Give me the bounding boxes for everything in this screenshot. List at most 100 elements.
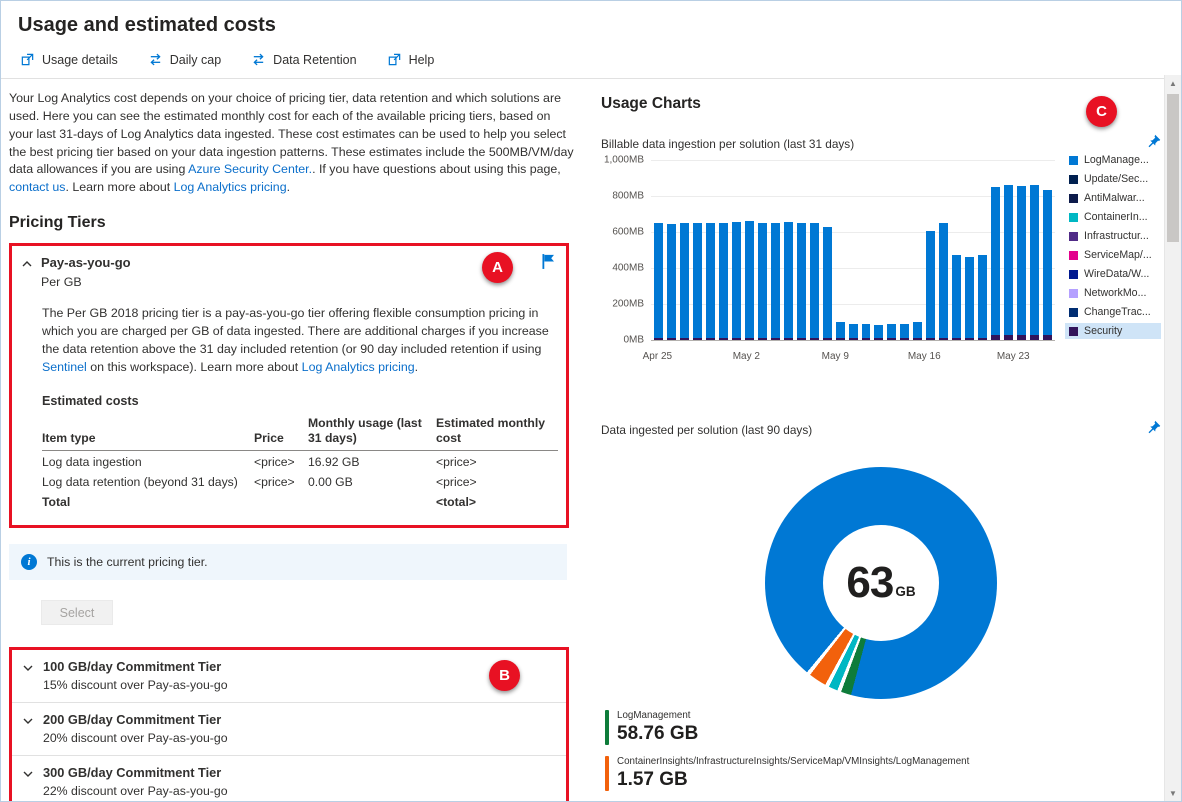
- legend-item[interactable]: LogManage...: [1065, 152, 1161, 168]
- toolbar-help[interactable]: Help: [387, 52, 434, 67]
- legend-label: ContainerIn...: [1084, 211, 1148, 223]
- legend-color-chip: [1069, 174, 1078, 184]
- bar: [991, 186, 1001, 340]
- select-button[interactable]: Select: [41, 600, 113, 626]
- estimated-costs-table: Item type Price Monthly usage (last 31 d…: [42, 411, 558, 512]
- donut-chart: 63 GB: [765, 467, 997, 699]
- bar: [913, 322, 923, 340]
- y-axis-label: 200MB: [612, 298, 644, 310]
- bar: [939, 223, 949, 340]
- bar-y-axis: 0MB 200MB 400MB 600MB 800MB 1,000MB: [601, 155, 651, 346]
- pin-icon[interactable]: [1146, 134, 1161, 154]
- commitment-tier-row[interactable]: 100 GB/day Commitment Tier 15% discount o…: [12, 650, 566, 704]
- column-header: Estimated monthly cost: [436, 411, 558, 452]
- sentinel-link[interactable]: Sentinel: [42, 360, 87, 374]
- bar: [731, 222, 741, 340]
- bar: [874, 324, 884, 340]
- toolbar-usage-details[interactable]: Usage details: [20, 52, 118, 67]
- swap-arrows-icon: [251, 52, 266, 67]
- commitment-tier-subtitle: 22% discount over Pay-as-you-go: [43, 784, 228, 799]
- external-link-icon: [387, 52, 402, 67]
- usage-charts-heading: Usage Charts: [601, 95, 701, 112]
- usage-and-estimated-costs-page: Usage and estimated costs Usage details …: [0, 0, 1182, 802]
- bar: [809, 223, 819, 340]
- pricing-tiers-heading: Pricing Tiers: [9, 214, 106, 232]
- current-tier-flag-icon: [541, 253, 557, 275]
- commitment-tier-row[interactable]: 300 GB/day Commitment Tier 22% discount o…: [12, 756, 566, 801]
- chevron-down-icon: [22, 714, 34, 745]
- estimated-costs-label: Estimated costs: [42, 393, 139, 408]
- toolbar-data-retention[interactable]: Data Retention: [251, 52, 357, 67]
- tier-description-segment: The Per GB 2018 pricing tier is a pay-as…: [42, 306, 549, 357]
- commitment-tier-title: 300 GB/day Commitment Tier: [43, 765, 222, 781]
- toolbar-item-label: Usage details: [42, 52, 118, 67]
- price-cell: <price>: [254, 475, 295, 490]
- scroll-down-icon[interactable]: ▼: [1165, 785, 1181, 801]
- legend-label: LogManage...: [1084, 154, 1149, 166]
- pin-icon[interactable]: [1146, 420, 1161, 440]
- usage-charts-pane: C Usage Charts Billable data ingestion p…: [587, 79, 1181, 801]
- contact-us-link[interactable]: contact us: [9, 180, 65, 194]
- donut-legend-item[interactable]: LogManagement 58.76 GB: [605, 710, 1161, 745]
- tier-description: The Per GB 2018 pricing tier is a pay-as…: [42, 304, 550, 376]
- legend-item[interactable]: NetworkMo...: [1065, 285, 1161, 301]
- bar: [861, 324, 871, 340]
- commitment-tier-title: 100 GB/day Commitment Tier: [43, 659, 222, 675]
- scrollbar-thumb[interactable]: [1167, 94, 1179, 242]
- bar-plot: [651, 160, 1055, 341]
- legend-item[interactable]: AntiMalwar...: [1065, 190, 1161, 206]
- legend-color-chip: [1069, 288, 1078, 298]
- scroll-up-icon[interactable]: ▲: [1165, 75, 1181, 91]
- bar: [692, 222, 702, 340]
- legend-item[interactable]: ContainerIn...: [1065, 209, 1161, 225]
- info-icon: i: [21, 554, 37, 571]
- y-axis-label: 600MB: [612, 226, 644, 238]
- legend-label: WireData/W...: [1084, 268, 1150, 280]
- gridline: [651, 340, 1055, 341]
- legend-item[interactable]: ServiceMap/...: [1065, 247, 1161, 263]
- bar: [822, 226, 832, 340]
- bar: [1043, 190, 1053, 340]
- annotation-b-badge: B: [489, 660, 520, 692]
- legend-color-chip: [1069, 155, 1078, 165]
- donut-legend-label: LogManagement: [617, 710, 691, 721]
- toolbar-daily-cap[interactable]: Daily cap: [148, 52, 221, 67]
- x-axis-label: May 23: [996, 351, 1030, 362]
- intro-segment: . If you have questions about using this…: [312, 162, 561, 177]
- donut-legend-label: ContainerInsights/InfrastructureInsights…: [617, 756, 970, 767]
- table-total-row: Total <total>: [42, 491, 558, 511]
- legend-color-chip: [1069, 326, 1078, 336]
- commitment-tier-title: 200 GB/day Commitment Tier: [43, 712, 222, 728]
- log-analytics-pricing-link[interactable]: Log Analytics pricing: [174, 180, 287, 194]
- commitment-tiers-list: B 100 GB/day Commitment Tier 15% discount…: [9, 647, 569, 801]
- azure-security-center-link[interactable]: Azure Security Center.: [188, 162, 312, 176]
- vertical-scrollbar[interactable]: ▲ ▼: [1164, 75, 1181, 801]
- legend-label: NetworkMo...: [1084, 287, 1147, 299]
- bar-chart: 0MB 200MB 400MB 600MB 800MB 1,000MB LogManage…: [601, 154, 1161, 346]
- chevron-up-icon[interactable]: [21, 257, 33, 289]
- x-axis-label: May 16: [907, 351, 941, 362]
- legend-item[interactable]: Update/Sec...: [1065, 171, 1161, 187]
- column-header: Price: [254, 411, 308, 452]
- total-label-cell: Total: [42, 495, 71, 510]
- y-axis-label: 1,000MB: [603, 154, 644, 166]
- bar: [900, 323, 910, 340]
- commitment-tier-row[interactable]: 200 GB/day Commitment Tier 20% discount o…: [12, 703, 566, 757]
- table-row: Log data retention (beyond 31 days) <pri…: [42, 471, 558, 491]
- bars-group: [651, 160, 1055, 340]
- column-header: Item type: [42, 411, 254, 452]
- legend-item[interactable]: ChangeTrac...: [1065, 304, 1161, 320]
- bar: [705, 223, 715, 340]
- legend-item[interactable]: Infrastructur...: [1065, 228, 1161, 244]
- donut-legend-item[interactable]: ContainerInsights/InfrastructureInsights…: [605, 756, 1161, 791]
- log-analytics-pricing-link[interactable]: Log Analytics pricing: [302, 360, 415, 374]
- y-axis-label: 800MB: [612, 190, 644, 202]
- bar-chart-title: Billable data ingestion per solution (la…: [601, 137, 855, 151]
- donut-legend-value: 58.76 GB: [617, 723, 699, 744]
- legend-item[interactable]: WireData/W...: [1065, 266, 1161, 282]
- chevron-down-icon: [22, 661, 34, 692]
- annotation-a-badge: A: [482, 252, 513, 284]
- cost-cell: <price>: [436, 455, 477, 470]
- tier-description-segment: on this workspace). Learn more about: [86, 360, 302, 375]
- legend-item[interactable]: Security: [1065, 323, 1161, 339]
